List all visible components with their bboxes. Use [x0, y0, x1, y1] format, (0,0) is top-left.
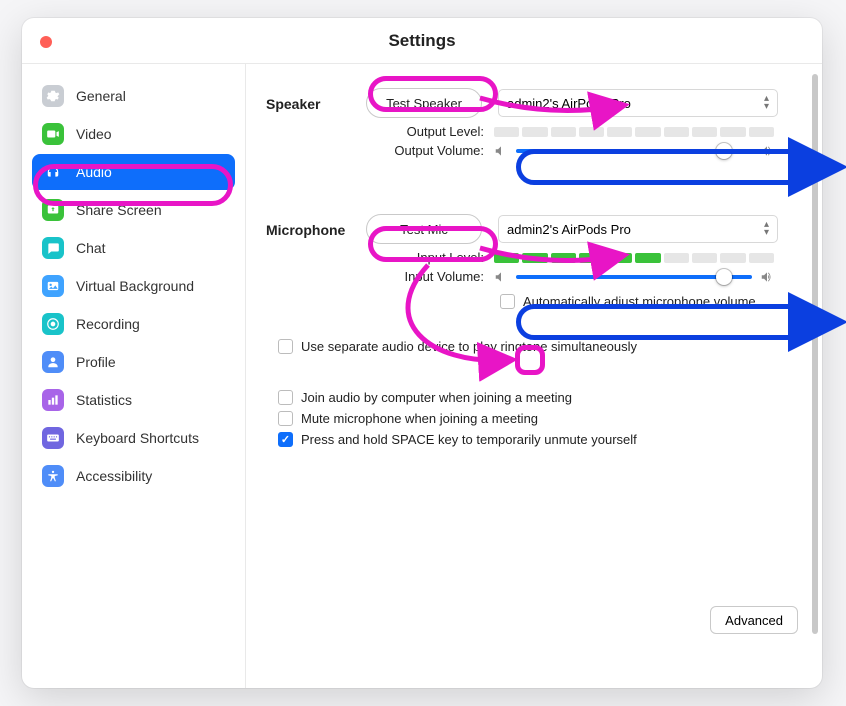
sidebar-item-label: Recording [76, 316, 140, 332]
level-segment [579, 127, 604, 137]
space-unmute-label: Press and hold SPACE key to temporarily … [301, 432, 637, 447]
join-audio-label: Join audio by computer when joining a me… [301, 390, 572, 405]
close-icon[interactable] [40, 36, 52, 48]
separate-device-checkbox[interactable] [278, 339, 293, 354]
sidebar-item-accessibility[interactable]: Accessibility [32, 458, 235, 494]
level-segment [494, 127, 519, 137]
level-segment [720, 127, 745, 137]
chevron-updown-icon: ▴▾ [764, 95, 769, 111]
level-segment [551, 127, 576, 137]
sidebar-item-general[interactable]: General [32, 78, 235, 114]
sidebar-item-share-screen[interactable]: Share Screen [32, 192, 235, 228]
speaker-section-label: Speaker [266, 88, 366, 112]
test-mic-button[interactable]: Test Mic [366, 214, 482, 244]
level-segment [749, 127, 774, 137]
level-segment [664, 253, 689, 263]
sidebar-item-label: Keyboard Shortcuts [76, 430, 199, 446]
level-segment [692, 127, 717, 137]
sidebar-item-chat[interactable]: Chat [32, 230, 235, 266]
auto-adjust-label: Automatically adjust microphone volume [523, 294, 756, 309]
output-volume-label: Output Volume: [366, 143, 494, 158]
chat-icon [42, 237, 64, 259]
sidebar-item-label: Accessibility [76, 468, 152, 484]
level-segment [749, 253, 774, 263]
level-segment [692, 253, 717, 263]
image-icon [42, 275, 64, 297]
annotation-arrow-to-auto-adjust [388, 260, 548, 380]
join-audio-checkbox[interactable] [278, 390, 293, 405]
level-segment [607, 127, 632, 137]
space-unmute-checkbox[interactable] [278, 432, 293, 447]
test-speaker-button[interactable]: Test Speaker [366, 88, 482, 118]
sidebar-item-label: Audio [76, 164, 112, 180]
headphones-icon [42, 161, 64, 183]
mute-on-join-label: Mute microphone when joining a meeting [301, 411, 538, 426]
output-volume-slider[interactable] [494, 144, 774, 158]
sidebar-item-video[interactable]: Video [32, 116, 235, 152]
sidebar-item-label: Video [76, 126, 112, 142]
gear-icon [42, 85, 64, 107]
volume-high-icon [760, 144, 774, 158]
user-icon [42, 351, 64, 373]
sidebar-item-label: Statistics [76, 392, 132, 408]
mute-on-join-checkbox[interactable] [278, 411, 293, 426]
sidebar-item-label: General [76, 88, 126, 104]
sidebar-item-keyboard-shortcuts[interactable]: Keyboard Shortcuts [32, 420, 235, 456]
stats-icon [42, 389, 64, 411]
chevron-updown-icon: ▴▾ [764, 221, 769, 237]
level-segment [522, 127, 547, 137]
window-controls [40, 36, 52, 48]
video-icon [42, 123, 64, 145]
keyboard-icon [42, 427, 64, 449]
sidebar-item-label: Profile [76, 354, 116, 370]
page-title: Settings [22, 31, 822, 51]
sidebar: General Video Audio Share Screen Chat Virtual… [22, 64, 246, 688]
titlebar: Settings [22, 18, 822, 64]
annotation-arrow-output-right [800, 152, 846, 182]
sidebar-item-recording[interactable]: Recording [32, 306, 235, 342]
share-icon [42, 199, 64, 221]
volume-high-icon [760, 270, 774, 284]
sidebar-item-virtual-background[interactable]: Virtual Background [32, 268, 235, 304]
sidebar-item-profile[interactable]: Profile [32, 344, 235, 380]
volume-low-icon [494, 144, 508, 158]
record-icon [42, 313, 64, 335]
microphone-section-label: Microphone [266, 214, 366, 238]
accessibility-icon [42, 465, 64, 487]
level-segment [720, 253, 745, 263]
annotation-arrow-input-right [800, 307, 846, 337]
sidebar-item-label: Chat [76, 240, 106, 256]
output-level-meter [494, 127, 774, 137]
sidebar-item-statistics[interactable]: Statistics [32, 382, 235, 418]
sidebar-item-label: Share Screen [76, 202, 162, 218]
output-level-label: Output Level: [366, 124, 494, 139]
advanced-button[interactable]: Advanced [710, 606, 798, 634]
level-segment [664, 127, 689, 137]
level-segment [635, 127, 660, 137]
sidebar-item-label: Virtual Background [76, 278, 194, 294]
sidebar-item-audio[interactable]: Audio [32, 154, 235, 190]
annotation-arrow-speaker-dropdown [470, 78, 640, 118]
